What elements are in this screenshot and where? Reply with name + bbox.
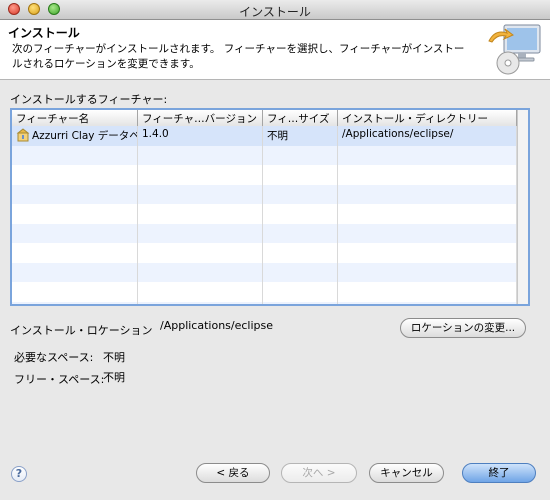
install-computer-icon xyxy=(488,24,541,75)
column-header-size[interactable]: フィ…サイズ xyxy=(263,110,338,126)
empty-row xyxy=(12,165,517,185)
cell-feature-name: Azzurri Clay データベ xyxy=(12,126,138,146)
table-body: Azzurri Clay データベ 1.4.0 不明 /Applications… xyxy=(12,126,517,304)
empty-row xyxy=(12,204,517,224)
install-location-label: インストール・ロケーション xyxy=(10,324,153,337)
back-button[interactable]: < 戻る xyxy=(196,463,270,483)
empty-row xyxy=(12,145,517,165)
cancel-button[interactable]: キャンセル xyxy=(369,463,444,483)
free-space-label: フリー・スペース: xyxy=(14,373,105,386)
feature-icon xyxy=(16,128,30,142)
free-space-value: 不明 xyxy=(103,371,125,384)
feature-name-text: Azzurri Clay データベ xyxy=(32,130,138,142)
column-header-name[interactable]: フィーチャー名 xyxy=(12,110,138,126)
page-title: インストール xyxy=(8,26,80,40)
column-header-directory[interactable]: インストール・ディレクトリー xyxy=(338,110,517,126)
required-space-label: 必要なスペース: xyxy=(14,351,94,364)
empty-row xyxy=(12,301,517,304)
empty-row xyxy=(12,262,517,282)
install-location-value: /Applications/eclipse xyxy=(160,319,274,332)
features-table[interactable]: フィーチャー名 フィーチャ…バージョン フィ…サイズ インストール・ディレクトリ… xyxy=(10,108,530,306)
required-space-value: 不明 xyxy=(103,351,125,364)
wizard-header: インストール 次のフィーチャーがインストールされます。 フィーチャーを選択し、フ… xyxy=(0,20,550,80)
empty-row xyxy=(12,282,517,302)
next-button[interactable]: 次へ > xyxy=(281,463,357,483)
cell-feature-size: 不明 xyxy=(263,126,338,146)
cell-install-directory: /Applications/eclipse/ xyxy=(338,126,517,146)
empty-row xyxy=(12,223,517,243)
table-scrollbar[interactable] xyxy=(517,110,528,304)
window-title: インストール xyxy=(239,5,311,19)
finish-button[interactable]: 終了 xyxy=(462,463,536,483)
cell-feature-version: 1.4.0 xyxy=(138,126,263,146)
features-label: インストールするフィーチャー: xyxy=(10,93,168,106)
empty-row xyxy=(12,243,517,263)
empty-row xyxy=(12,184,517,204)
page-description: 次のフィーチャーがインストールされます。 フィーチャーを選択し、フィーチャーがイ… xyxy=(12,43,465,70)
table-row[interactable]: Azzurri Clay データベ 1.4.0 不明 /Applications… xyxy=(12,126,517,146)
window-titlebar: インストール xyxy=(0,0,550,20)
change-location-button[interactable]: ロケーションの変更... xyxy=(400,318,526,338)
column-header-version[interactable]: フィーチャ…バージョン xyxy=(138,110,263,126)
help-icon[interactable]: ? xyxy=(11,466,27,482)
table-header: フィーチャー名 フィーチャ…バージョン フィ…サイズ インストール・ディレクトリ… xyxy=(12,110,517,127)
